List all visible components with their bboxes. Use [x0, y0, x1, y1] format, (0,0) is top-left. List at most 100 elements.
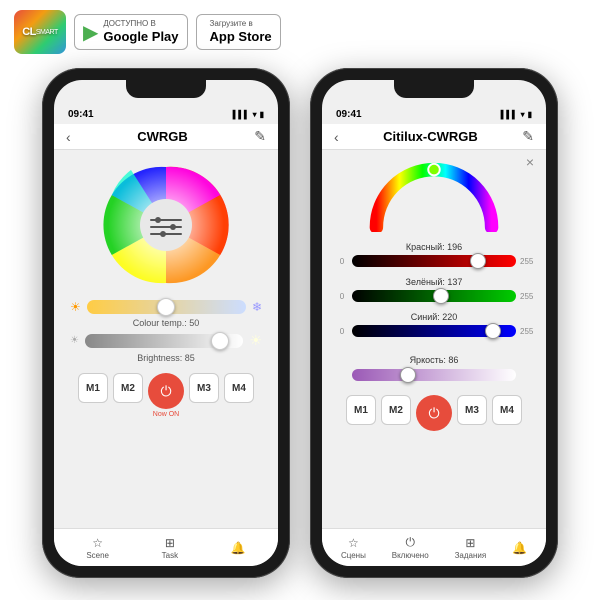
green-track-row: 0 255: [336, 290, 532, 302]
blue-track-row: 0 255: [336, 325, 532, 337]
blue-label: Синий: 220: [336, 312, 532, 322]
brightness-label-left: Brightness: 85: [70, 353, 262, 363]
brightness-slider-area: [322, 369, 546, 381]
alarm-icon-right: 🔔: [512, 541, 527, 555]
rgb-slider-section: Красный: 196 0 255 Зелёный: 137: [322, 238, 546, 351]
wifi-icon: ▾: [253, 110, 257, 119]
task-icon-left: ⊞: [165, 536, 175, 550]
green-track[interactable]: [352, 290, 516, 302]
color-temp-track[interactable]: [87, 300, 246, 314]
task-icon-right: ⊞: [465, 536, 475, 550]
brightness-track-right[interactable]: [352, 369, 516, 381]
phone-right-content: 09:41 ▌▌▌ ▾ ▮ ‹ Citilux-CWRGB ✎: [322, 102, 546, 566]
battery-icon: ▮: [260, 110, 264, 119]
brightness-track[interactable]: [85, 334, 243, 348]
brightness-thumb[interactable]: [211, 332, 229, 350]
nav-scene-left[interactable]: ☆ Scene: [86, 536, 109, 560]
m4-button-right[interactable]: M4: [492, 395, 522, 425]
time-left: 09:41: [68, 109, 94, 120]
phones-container: 09:41 ▌▌▌ ▾ ▮ ‹ CWRGB ✎: [0, 68, 600, 578]
bright-icon: ☀: [249, 332, 262, 349]
signal-icons-left: ▌▌▌ ▾ ▮: [233, 110, 264, 119]
sliders-section-left: ☀ ❄ Colour temp.: 50 ☀ ☀ Bri: [54, 296, 278, 367]
nav-scene-right[interactable]: ☆ Сцены: [341, 536, 366, 560]
app-header-left: ‹ CWRGB ✎: [54, 124, 278, 150]
mem-buttons-left: M1 M2 ⏻ Now ON M3 M4: [54, 367, 278, 424]
red-label: Красный: 196: [336, 242, 532, 252]
badge-area: CLSMART ▶ ДОСТУПНО В Google Play Загрузи…: [0, 0, 600, 64]
star-icon-right: ☆: [348, 536, 359, 550]
m2-button-left[interactable]: M2: [113, 373, 143, 403]
mem-buttons-right: M1 M2 ⏻ M3 M4: [322, 389, 546, 437]
phone-left-screen: 09:41 ▌▌▌ ▾ ▮ ‹ CWRGB ✎: [54, 80, 278, 566]
power-button-left[interactable]: ⏻: [148, 373, 184, 409]
brightness-track-row: [336, 369, 532, 381]
color-arc: [364, 160, 504, 232]
phone-right: 09:41 ▌▌▌ ▾ ▮ ‹ Citilux-CWRGB ✎: [310, 68, 558, 578]
blue-thumb[interactable]: [485, 323, 501, 339]
app-title-left: CWRGB: [137, 129, 188, 144]
blue-track[interactable]: [352, 325, 516, 337]
color-wheel-area[interactable]: [54, 150, 278, 296]
power-nav-icon-right: ⏻: [405, 535, 415, 550]
color-wheel[interactable]: [101, 160, 231, 290]
bottom-nav-right: ☆ Сцены ⏻ Включено ⊞ Задания 🔔: [322, 528, 546, 566]
signal-icon-right: ▌▌▌: [501, 110, 518, 119]
red-slider-row: Красный: 196 0 255: [336, 242, 532, 267]
nav-task-right[interactable]: ⊞ Задания: [455, 536, 487, 560]
m3-button-left[interactable]: M3: [189, 373, 219, 403]
nav-task-left[interactable]: ⊞ Task: [162, 536, 178, 560]
phone-right-notch: [394, 80, 474, 98]
blue-max: 255: [520, 327, 532, 336]
nav-alarm-left[interactable]: 🔔: [231, 541, 246, 555]
nav-scene-label-right: Сцены: [341, 551, 366, 560]
nav-power-right[interactable]: ⏻ Включено: [392, 535, 429, 560]
battery-icon-right: ▮: [528, 110, 532, 119]
red-track[interactable]: [352, 255, 516, 267]
google-play-badge[interactable]: ▶ ДОСТУПНО В Google Play: [74, 14, 188, 50]
green-slider-row: Зелёный: 137 0 255: [336, 277, 532, 302]
phone-left-content: 09:41 ▌▌▌ ▾ ▮ ‹ CWRGB ✎: [54, 102, 278, 566]
brightness-label-right: Яркость: 86: [410, 355, 459, 365]
app-store-text: Загрузите в App Store: [210, 19, 272, 44]
red-min: 0: [336, 257, 348, 266]
edit-button-left[interactable]: ✎: [254, 128, 266, 145]
back-button-right[interactable]: ‹: [334, 129, 339, 145]
color-temp-thumb[interactable]: [157, 298, 175, 316]
green-thumb[interactable]: [433, 288, 449, 304]
alarm-icon-left: 🔔: [231, 541, 246, 555]
green-label: Зелёный: 137: [336, 277, 532, 287]
edit-button-right[interactable]: ✎: [522, 128, 534, 145]
nav-task-label-left: Task: [162, 551, 178, 560]
power-label-left: Now ON: [153, 411, 179, 418]
m3-button-right[interactable]: M3: [457, 395, 487, 425]
red-track-row: 0 255: [336, 255, 532, 267]
cl-logo: CLSMART: [14, 10, 66, 54]
color-temp-row: ☀ ❄: [70, 300, 262, 314]
brightness-thumb-right[interactable]: [400, 367, 416, 383]
m1-button-right[interactable]: M1: [346, 395, 376, 425]
google-play-text: ДОСТУПНО В Google Play: [103, 19, 178, 44]
status-bar-left: 09:41 ▌▌▌ ▾ ▮: [54, 102, 278, 124]
close-button-right[interactable]: ×: [526, 154, 534, 170]
power-button-right[interactable]: ⏻: [416, 395, 452, 431]
dim-icon: ☀: [70, 335, 79, 346]
signal-icon: ▌▌▌: [233, 110, 250, 119]
nav-alarm-right[interactable]: 🔔: [512, 541, 527, 555]
brightness-row: ☀ ☀: [70, 332, 262, 349]
green-max: 255: [520, 292, 532, 301]
m4-button-left[interactable]: M4: [224, 373, 254, 403]
m2-button-right[interactable]: M2: [381, 395, 411, 425]
color-temp-label: Colour temp.: 50: [70, 318, 262, 328]
m1-button-left[interactable]: M1: [78, 373, 108, 403]
blue-min: 0: [336, 327, 348, 336]
back-button-left[interactable]: ‹: [66, 129, 71, 145]
app-header-right: ‹ Citilux-CWRGB ✎: [322, 124, 546, 150]
power-group-left: ⏻ Now ON: [148, 373, 184, 418]
app-store-badge[interactable]: Загрузите в App Store: [196, 14, 281, 50]
phone-left: 09:41 ▌▌▌ ▾ ▮ ‹ CWRGB ✎: [42, 68, 290, 578]
status-bar-right: 09:41 ▌▌▌ ▾ ▮: [322, 102, 546, 124]
nav-task-label-right: Задания: [455, 551, 487, 560]
green-min: 0: [336, 292, 348, 301]
red-thumb[interactable]: [470, 253, 486, 269]
